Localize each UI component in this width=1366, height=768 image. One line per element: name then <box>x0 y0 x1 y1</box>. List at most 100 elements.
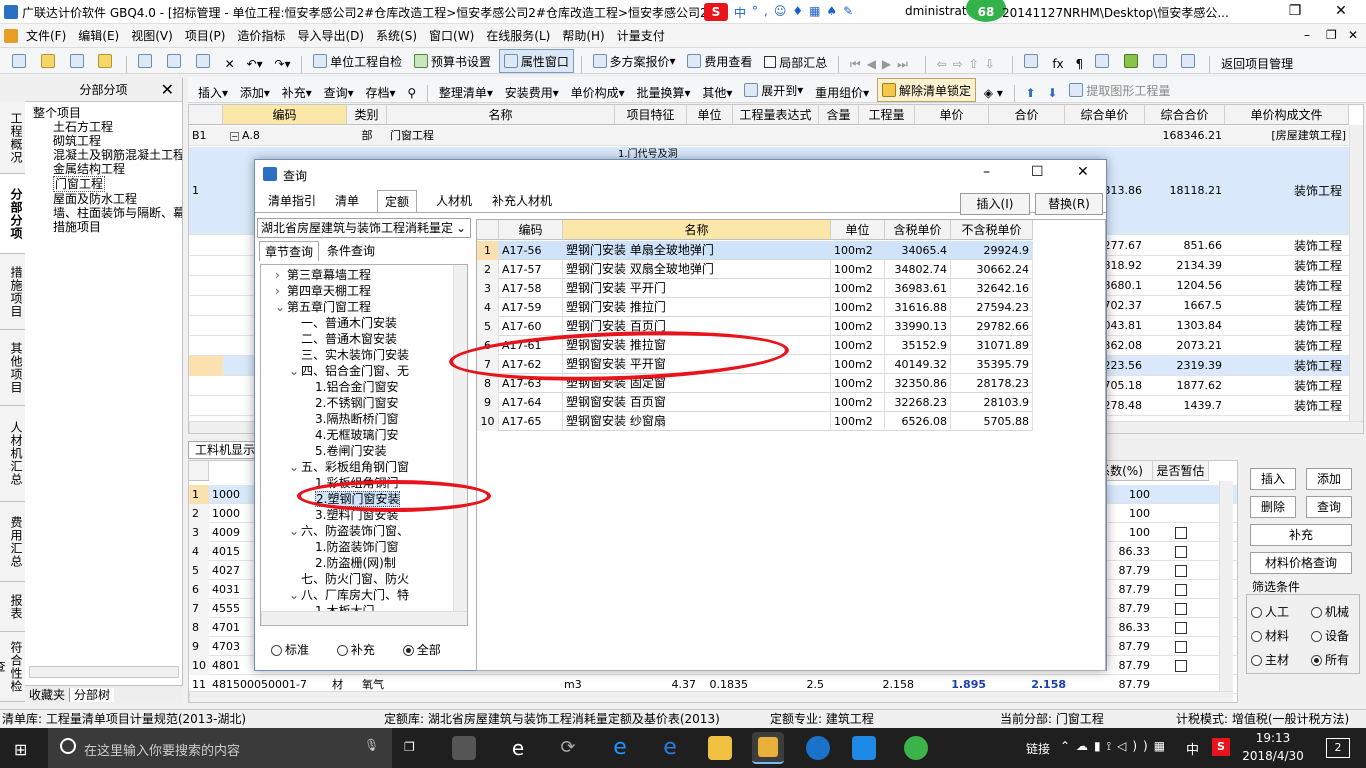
chapter-tree-item[interactable]: › 第三章幕墙工程 <box>275 267 371 283</box>
grid-vscrollbar[interactable] <box>1349 125 1363 421</box>
chapter-tree-item[interactable]: 1.彩板组角钢门 <box>303 475 398 491</box>
chapter-tree-item[interactable]: 5.卷闸门安装 <box>303 443 386 459</box>
tab-reports[interactable]: 报表 <box>0 582 25 632</box>
tab-chapter-query[interactable]: 章节查询 <box>259 241 319 261</box>
tab-list[interactable]: 清单 <box>327 190 367 212</box>
delete-icon[interactable]: ✕ <box>221 52 239 73</box>
query-button[interactable]: 查询 <box>1306 496 1352 518</box>
chapter-tree-item[interactable]: ⌄ 四、铝合金门窗、无 <box>289 363 409 379</box>
calculator-icon[interactable] <box>1020 49 1045 73</box>
col-feature[interactable]: 项目特征 <box>615 105 687 125</box>
tab-resources[interactable]: 人材机 <box>427 190 481 212</box>
col-code[interactable]: 编码 <box>499 220 563 240</box>
col-total-price[interactable]: 合价 <box>989 105 1065 125</box>
tree-item[interactable]: 混凝土及钢筋混凝土工程 <box>33 148 182 162</box>
col-price-without-tax[interactable]: 不含税单价 <box>951 220 1033 240</box>
tree-item[interactable]: 土石方工程 <box>33 120 182 134</box>
quota-library-select[interactable]: 湖北省房屋建筑与装饰工程消耗量定 ⌄ <box>257 218 471 238</box>
menu-project[interactable]: 项目(P) <box>179 24 232 48</box>
chapter-tree-item[interactable]: 3.隔热断桥门窗 <box>303 411 398 427</box>
local-summary-button[interactable]: 局部汇总 <box>760 50 831 73</box>
delete-button[interactable]: 删除 <box>1250 496 1296 518</box>
menu-system[interactable]: 系统(S) <box>370 24 423 48</box>
add-button[interactable]: 添加 <box>1306 468 1352 490</box>
budget-settings-button[interactable]: 预算书设置 <box>410 49 495 73</box>
reuse-price-menu[interactable]: 重用组价 ▾ <box>811 81 873 103</box>
batch-convert-menu[interactable]: 批量换算 ▾ <box>632 81 694 103</box>
organize-list-menu[interactable]: 整理清单 ▾ <box>435 81 497 103</box>
app-pinwheel-icon[interactable] <box>452 736 476 760</box>
chapter-tree-item[interactable]: 一、普通木门安装 <box>289 315 397 331</box>
chapter-tree-item[interactable]: 2.塑钢门窗安装 <box>303 491 401 507</box>
quota-row[interactable]: 5 A17-60 塑钢门安装 百页门 100m2 33990.13 29782.… <box>477 317 1033 336</box>
quota-row[interactable]: 1 A17-56 塑钢门安装 单扇全玻地弹门 100m2 34065.4 299… <box>477 241 1033 260</box>
task-view-icon[interactable]: ❐ <box>404 740 415 754</box>
windows-start-icon[interactable]: ⊞ <box>14 740 27 759</box>
filter-radio[interactable]: 设备 <box>1311 627 1349 644</box>
tray-icons[interactable]: ⌃☁▮⟟◁))▦ <box>1060 739 1171 754</box>
filter-radio[interactable]: 所有 <box>1311 651 1349 668</box>
maximize-icon[interactable]: ☐ <box>1031 164 1044 180</box>
clock-date[interactable]: 2018/4/30 <box>1240 749 1306 763</box>
tab-resource-display[interactable]: 工料机显示 <box>188 441 258 459</box>
quota-row[interactable]: 9 A17-64 塑钢窗安装 百页窗 100m2 32268.23 28103.… <box>477 393 1033 412</box>
quota-row[interactable]: 7 A17-62 塑钢窗安装 平开窗 100m2 40149.32 35395.… <box>477 355 1033 374</box>
tree-hscrollbar[interactable] <box>29 666 179 678</box>
color-icon[interactable]: ◈ ▾ <box>980 81 1007 102</box>
chapter-tree-item[interactable]: ⌄ 第五章门窗工程 <box>275 299 371 315</box>
chapter-tree-item[interactable]: 3.塑料门窗安装 <box>303 507 398 523</box>
other-menu[interactable]: 其他 ▾ <box>698 81 736 103</box>
ie-icon[interactable]: e <box>506 736 530 760</box>
clock-time[interactable]: 19:13 <box>1248 731 1298 745</box>
return-project-button[interactable]: 返回项目管理 <box>1217 52 1297 74</box>
chapter-tree-item[interactable]: 七、防火门窗、防火 <box>289 571 409 587</box>
report-icon[interactable] <box>1149 49 1174 73</box>
chapter-tree-item[interactable]: 二、普通木窗安装 <box>289 331 397 347</box>
col-qty-expr[interactable]: 工程量表达式 <box>733 105 819 125</box>
app-plus-icon[interactable] <box>852 736 876 760</box>
supplement-menu[interactable]: 补充 ▾ <box>278 81 316 103</box>
chapter-tree-item[interactable]: 三、实木装饰门安装 <box>289 347 409 363</box>
menu-window[interactable]: 窗口(W) <box>423 24 480 48</box>
paste-icon[interactable] <box>192 49 217 73</box>
move-arrows-icon[interactable]: ⇦⇨⇧⇩ <box>933 52 1005 73</box>
nav-arrows-icon[interactable]: ⏮◀▶⏭ <box>846 53 918 74</box>
sogou-ime-icon[interactable]: S <box>704 3 728 21</box>
expand-to-menu[interactable]: 展开到 ▾ <box>740 78 807 102</box>
install-fee-menu[interactable]: 安装费用 ▾ <box>501 81 563 103</box>
quota-row[interactable]: 6 A17-61 塑钢窗安装 推拉窗 100m2 35152.9 31071.8… <box>477 336 1033 355</box>
menu-payment[interactable]: 计量支付 <box>611 24 671 48</box>
replace-button[interactable]: 替换(R) <box>1035 193 1103 215</box>
quota-row[interactable]: 2 A17-57 塑钢门安装 双扇全玻地弹门 100m2 34802.74 30… <box>477 260 1033 279</box>
filter-radio[interactable]: 主材 <box>1251 651 1289 668</box>
app-green-icon[interactable] <box>904 736 928 760</box>
chapter-tree-item[interactable]: 2.防盗栅(网)制 <box>303 555 396 571</box>
col-is-estimate[interactable]: 是否暂估 <box>1153 461 1209 481</box>
tab-supplement-resources[interactable]: 补充人材机 <box>487 190 557 212</box>
tree-item[interactable]: 措施项目 <box>33 220 182 234</box>
tab-list-guide[interactable]: 清单指引 <box>261 190 323 212</box>
tab-section-tree[interactable]: 分部树 <box>70 688 115 702</box>
folder-icon[interactable] <box>94 49 119 73</box>
sogou-tray-icon[interactable]: S <box>1212 738 1230 756</box>
col-comp-total[interactable]: 综合合价 <box>1145 105 1225 125</box>
filter-radio[interactable]: 人工 <box>1251 603 1289 620</box>
binoculars-icon[interactable]: ⚲ <box>403 81 420 102</box>
table-row[interactable]: B1 − A.8 部 门窗工程 168346.21 [房屋建筑工程] <box>189 126 1349 146</box>
tree-item[interactable]: 金属结构工程 <box>33 162 182 176</box>
open-icon[interactable] <box>37 49 62 73</box>
glodon-cloud-icon[interactable] <box>806 736 830 760</box>
insert-button[interactable]: 插入(I) <box>960 193 1030 215</box>
tab-quota[interactable]: 定额 <box>377 190 417 212</box>
action-center-icon[interactable]: 2 <box>1326 738 1350 758</box>
col-comp-unit-price[interactable]: 综合单价 <box>1065 105 1145 125</box>
tab-condition-query[interactable]: 条件查询 <box>321 241 381 261</box>
file-explorer-icon[interactable] <box>708 736 732 760</box>
app-swirl-icon[interactable]: ⟳ <box>556 736 580 760</box>
restore-inner-icon[interactable]: ❐ <box>1326 28 1337 42</box>
tab-measures[interactable]: 措施项目 <box>0 254 25 330</box>
close-inner-icon[interactable]: ✕ <box>1348 28 1358 42</box>
col-price-with-tax[interactable]: 含税单价 <box>885 220 951 240</box>
menu-view[interactable]: 视图(V) <box>125 24 179 48</box>
col-unit-price[interactable]: 单价 <box>915 105 989 125</box>
